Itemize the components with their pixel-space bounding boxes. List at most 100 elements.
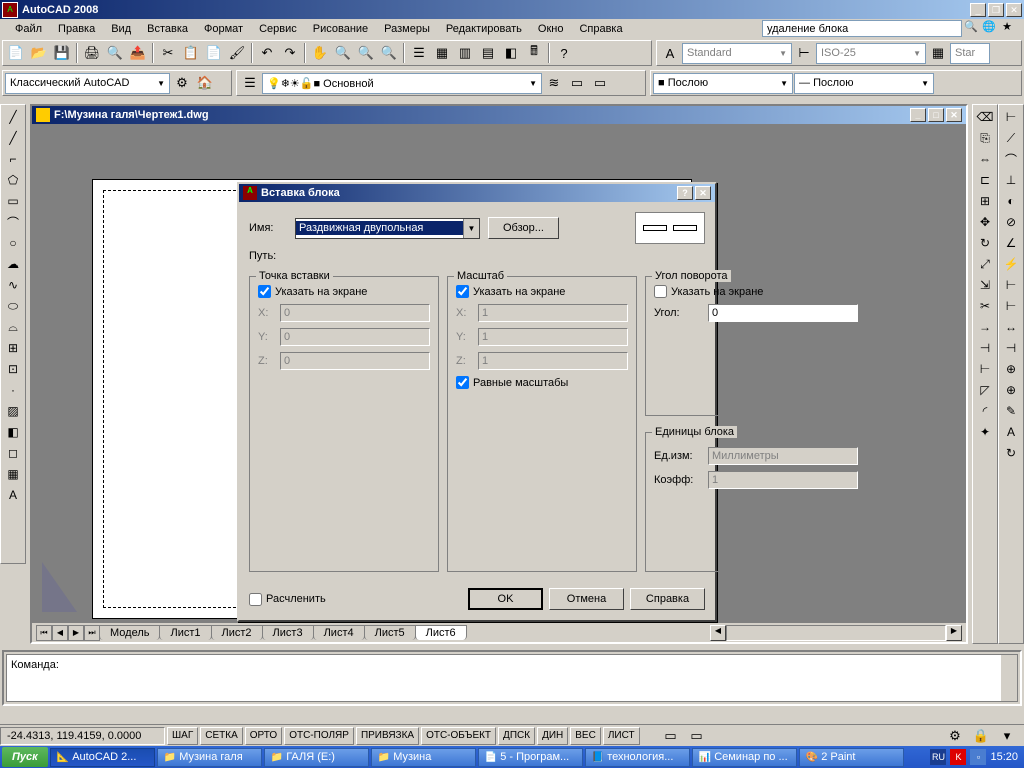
start-button[interactable]: Пуск <box>2 747 48 767</box>
tablestyle-combo[interactable]: Star <box>950 43 990 64</box>
dyn-button[interactable]: ДИН <box>537 727 568 745</box>
array-icon[interactable]: ⊞ <box>974 191 996 211</box>
explode-icon[interactable]: ✦ <box>974 422 996 442</box>
tab-first-button[interactable]: ⏮ <box>36 625 52 641</box>
pan-icon[interactable]: ✋ <box>309 42 331 64</box>
undo-icon[interactable]: ↶ <box>256 42 278 64</box>
tablestyle-icon[interactable]: ▦ <box>927 42 949 64</box>
task-program[interactable]: 📄 5 - Програм... <box>478 748 583 767</box>
new-icon[interactable]: 📄 <box>5 42 27 64</box>
dim-edit-icon[interactable]: ✎ <box>1000 401 1022 421</box>
dim-quick-icon[interactable]: ⚡ <box>1000 254 1022 274</box>
mtext-icon[interactable]: A <box>2 485 24 505</box>
tolerance-icon[interactable]: ⊕ <box>1000 359 1022 379</box>
layer-props-icon[interactable]: ☰ <box>239 72 261 94</box>
osnap-button[interactable]: ПРИВЯЗКА <box>356 727 419 745</box>
region-icon[interactable]: ◻ <box>2 443 24 463</box>
mirror-icon[interactable]: ⇔ <box>974 149 996 169</box>
hscroll-right-button[interactable]: ▶ <box>946 625 962 641</box>
task-seminar[interactable]: 📊 Семинар по ... <box>692 748 797 767</box>
cut-icon[interactable]: ✂ <box>157 42 179 64</box>
tool-palette-icon[interactable]: ▥ <box>454 42 476 64</box>
antivirus-icon[interactable]: K <box>950 749 966 765</box>
extend-icon[interactable]: → <box>974 317 996 337</box>
hscroll-left-button[interactable]: ◀ <box>710 625 726 641</box>
dim-arc-icon[interactable]: ⌒ <box>1000 149 1022 169</box>
offset-icon[interactable]: ⊏ <box>974 170 996 190</box>
rotate-icon[interactable]: ↻ <box>974 233 996 253</box>
dim-space-icon[interactable]: ↔ <box>1000 317 1022 337</box>
clock[interactable]: 15:20 <box>990 751 1018 763</box>
menu-modify[interactable]: Редактировать <box>439 21 529 37</box>
model-button[interactable]: ЛИСТ <box>603 727 640 745</box>
hatch-icon[interactable]: ▨ <box>2 401 24 421</box>
tab-last-button[interactable]: ⏭ <box>84 625 100 641</box>
menu-window[interactable]: Окно <box>531 21 571 37</box>
rectangle-icon[interactable]: ▭ <box>2 191 24 211</box>
tab-layout2[interactable]: Лист2 <box>211 625 263 640</box>
properties-icon[interactable]: ☰ <box>408 42 430 64</box>
xline-icon[interactable]: ╱ <box>2 128 24 148</box>
task-folder2[interactable]: 📁 ГАЛЯ (E:) <box>264 748 369 767</box>
specify-onscreen-point-checkbox[interactable] <box>258 285 271 298</box>
circle-icon[interactable]: ○ <box>2 233 24 253</box>
menu-service[interactable]: Сервис <box>252 21 304 37</box>
search-icon[interactable]: 🔍 <box>962 20 980 37</box>
publish-icon[interactable]: 📤 <box>127 42 149 64</box>
textstyle-icon[interactable]: A <box>659 42 681 64</box>
color-combo[interactable]: ■ Послою▼ <box>653 73 793 94</box>
home-icon[interactable]: 🏠 <box>194 72 216 94</box>
lock-icon[interactable]: 🔒 <box>970 725 992 747</box>
dimstyle-combo[interactable]: ISO-25▼ <box>816 43 926 64</box>
tray-app-icon[interactable]: ▫ <box>970 749 986 765</box>
dim-aligned-icon[interactable]: ⟋ <box>1000 128 1022 148</box>
task-paint[interactable]: 🎨 2 Paint <box>799 748 904 767</box>
menu-insert[interactable]: Вставка <box>140 21 195 37</box>
revcloud-icon[interactable]: ☁ <box>2 254 24 274</box>
fillet-icon[interactable]: ◜ <box>974 401 996 421</box>
line-icon[interactable]: ╱ <box>2 107 24 127</box>
textstyle-combo[interactable]: Standard▼ <box>682 43 792 64</box>
help-button[interactable]: Справка <box>630 588 705 610</box>
task-folder1[interactable]: 📁 Музина галя <box>157 748 262 767</box>
layer-state-icon[interactable]: ▭ <box>566 72 588 94</box>
globe-icon[interactable]: 🌐 <box>980 20 998 37</box>
ok-button[interactable]: OK <box>468 588 543 610</box>
dim-linear-icon[interactable]: ⊢ <box>1000 107 1022 127</box>
cmd-scrollbar[interactable] <box>1001 655 1017 701</box>
polygon-icon[interactable]: ⬠ <box>2 170 24 190</box>
doc-close-button[interactable]: ✕ <box>946 108 962 122</box>
tab-layout6[interactable]: Лист6 <box>415 625 467 640</box>
star-icon[interactable]: ★ <box>998 20 1016 37</box>
grid-button[interactable]: СЕТКА <box>200 727 243 745</box>
tab-layout3[interactable]: Лист3 <box>262 625 314 640</box>
make-block-icon[interactable]: ⊡ <box>2 359 24 379</box>
linetype-combo[interactable]: — Послою▼ <box>794 73 934 94</box>
search-input[interactable] <box>762 20 962 37</box>
menu-edit[interactable]: Правка <box>51 21 102 37</box>
zoom-icon[interactable]: 🔍 <box>332 42 354 64</box>
status-icon2[interactable]: ▭ <box>686 725 708 747</box>
point-icon[interactable]: · <box>2 380 24 400</box>
dim-break-icon[interactable]: ⊣ <box>1000 338 1022 358</box>
tray-icon[interactable]: ▾ <box>996 725 1018 747</box>
layer-combo[interactable]: 💡❄☀🔓■ Основной▼ <box>262 73 542 94</box>
close-button[interactable]: ✕ <box>1006 3 1022 17</box>
browse-button[interactable]: Обзор... <box>488 217 559 239</box>
hscroll-track[interactable] <box>726 625 946 641</box>
minimize-button[interactable]: _ <box>970 3 986 17</box>
break-icon[interactable]: ⊣ <box>974 338 996 358</box>
menu-help[interactable]: Справка <box>572 21 629 37</box>
tab-layout4[interactable]: Лист4 <box>313 625 365 640</box>
menu-draw[interactable]: Рисование <box>306 21 375 37</box>
dim-continue-icon[interactable]: ⊢ <box>1000 296 1022 316</box>
tab-layout1[interactable]: Лист1 <box>159 625 211 640</box>
doc-minimize-button[interactable]: _ <box>910 108 926 122</box>
menu-format[interactable]: Формат <box>197 21 250 37</box>
tab-next-button[interactable]: ▶ <box>68 625 84 641</box>
explode-checkbox[interactable] <box>249 593 262 606</box>
task-folder3[interactable]: 📁 Музина <box>371 748 476 767</box>
dim-radius-icon[interactable]: ◐ <box>1000 191 1022 211</box>
doc-maximize-button[interactable]: □ <box>928 108 944 122</box>
dim-diameter-icon[interactable]: ⊘ <box>1000 212 1022 232</box>
